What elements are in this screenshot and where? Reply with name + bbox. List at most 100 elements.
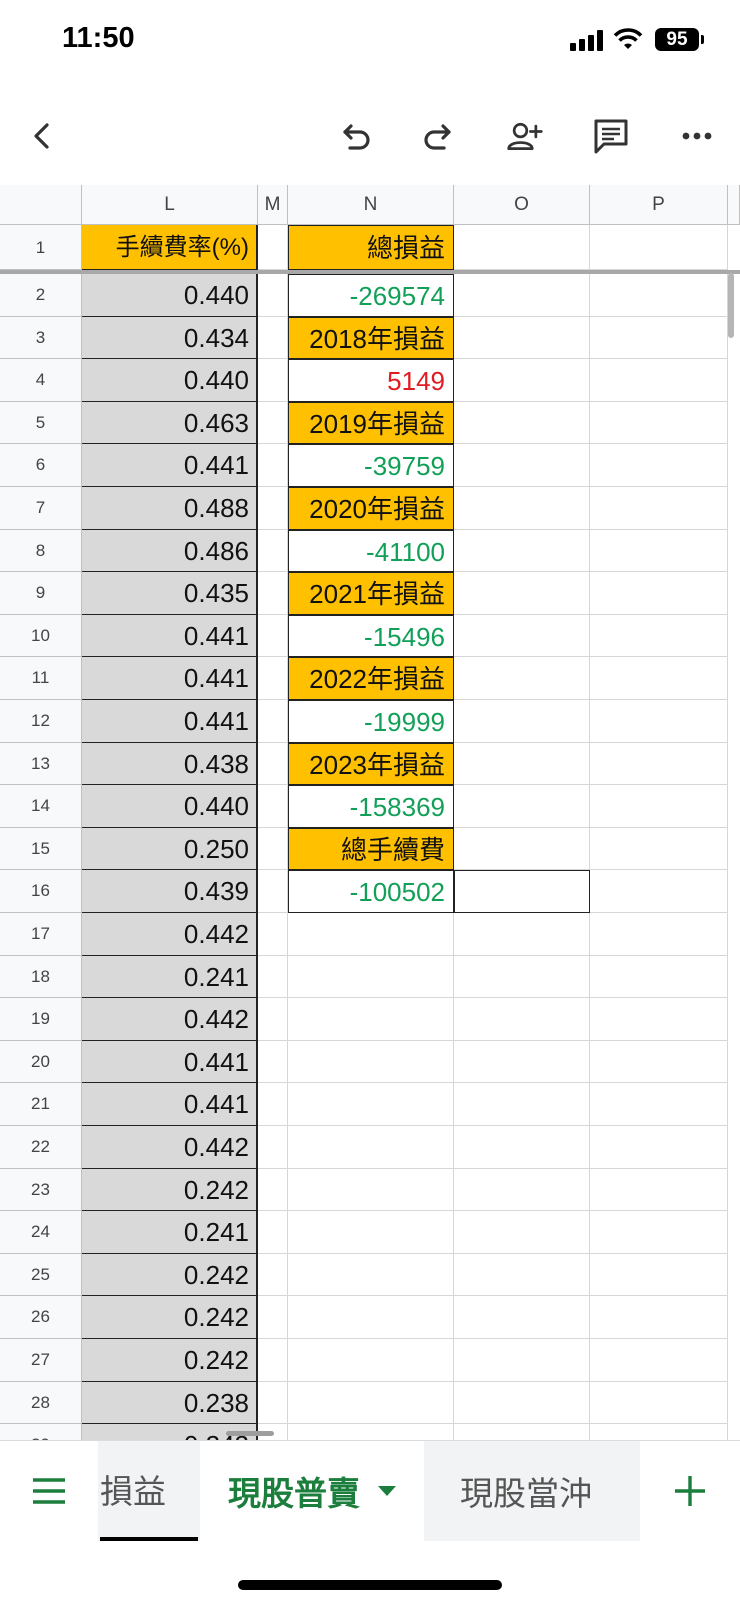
summary-label-cell[interactable]: 2019年損益 [288, 401, 454, 445]
empty-cell[interactable] [590, 1126, 728, 1169]
back-button[interactable] [14, 108, 70, 164]
empty-cell[interactable] [454, 1296, 590, 1339]
empty-cell[interactable] [258, 1253, 288, 1297]
empty-cell[interactable] [454, 401, 590, 445]
row-header-21[interactable]: 21 [0, 1083, 82, 1126]
row-header-22[interactable]: 22 [0, 1126, 82, 1169]
empty-cell[interactable] [590, 1381, 728, 1425]
row-header-12[interactable]: 12 [0, 700, 82, 743]
row-header-24[interactable]: 24 [0, 1211, 82, 1254]
empty-cell[interactable] [454, 1168, 590, 1212]
fee-rate-cell[interactable]: 0.242 [82, 1296, 258, 1339]
summary-label-cell[interactable]: 總損益 [288, 225, 454, 270]
fee-rate-cell[interactable]: 0.441 [82, 1083, 258, 1126]
empty-cell[interactable] [590, 1296, 728, 1339]
row-header-3[interactable]: 3 [0, 316, 82, 360]
row-header-4[interactable]: 4 [0, 359, 82, 402]
empty-cell[interactable] [258, 1168, 288, 1212]
empty-cell[interactable] [454, 614, 590, 658]
empty-cell[interactable] [454, 225, 590, 270]
fee-rate-cell[interactable]: 0.439 [82, 870, 258, 913]
empty-cell[interactable] [288, 1296, 454, 1339]
fee-rate-cell[interactable]: 0.441 [82, 700, 258, 743]
empty-cell[interactable] [258, 1339, 288, 1382]
empty-cell[interactable] [258, 1211, 288, 1254]
fee-rate-cell[interactable]: 0.441 [82, 614, 258, 658]
fee-rate-cell[interactable]: 0.441 [82, 1040, 258, 1084]
summary-value-cell[interactable]: -19999 [288, 700, 454, 743]
column-header-p[interactable]: P [590, 185, 728, 225]
empty-cell[interactable] [258, 785, 288, 828]
empty-cell[interactable] [454, 700, 590, 743]
empty-cell[interactable] [590, 827, 728, 871]
row-header-14[interactable]: 14 [0, 785, 82, 828]
empty-cell[interactable] [590, 1083, 728, 1126]
horizontal-scroll-handle[interactable] [226, 1431, 274, 1436]
empty-cell[interactable] [454, 359, 590, 402]
row-header-19[interactable]: 19 [0, 998, 82, 1041]
row-header-6[interactable]: 6 [0, 444, 82, 487]
fee-rate-cell[interactable]: 0.435 [82, 572, 258, 615]
empty-cell[interactable] [454, 1424, 590, 1440]
sheet-tab-現股當沖[interactable]: 現股當沖 [428, 1441, 624, 1541]
summary-value-cell[interactable]: -15496 [288, 614, 454, 658]
summary-value-cell[interactable]: -158369 [288, 785, 454, 828]
fee-rate-cell[interactable]: 0.488 [82, 487, 258, 530]
empty-cell[interactable] [454, 827, 590, 871]
empty-cell[interactable] [454, 1211, 590, 1254]
empty-cell[interactable] [454, 785, 590, 828]
empty-cell[interactable] [258, 401, 288, 445]
summary-value-cell[interactable]: 5149 [288, 359, 454, 402]
fee-rate-cell[interactable]: 0.238 [82, 1381, 258, 1425]
row-header-16[interactable]: 16 [0, 870, 82, 913]
empty-cell[interactable] [258, 742, 288, 786]
empty-cell[interactable] [258, 572, 288, 615]
redo-button[interactable] [411, 108, 467, 164]
empty-cell[interactable] [288, 1040, 454, 1084]
empty-cell[interactable] [288, 1424, 454, 1440]
selected-empty-cell[interactable] [454, 870, 590, 913]
row-header-8[interactable]: 8 [0, 529, 82, 573]
empty-cell[interactable] [258, 870, 288, 913]
column-header-l[interactable]: L [82, 185, 258, 225]
empty-cell[interactable] [288, 913, 454, 956]
empty-cell[interactable] [590, 1168, 728, 1212]
summary-label-cell[interactable]: 2023年損益 [288, 742, 454, 786]
empty-cell[interactable] [258, 359, 288, 402]
summary-label-cell[interactable]: 2020年損益 [288, 487, 454, 530]
comments-button[interactable] [583, 108, 639, 164]
empty-cell[interactable] [258, 444, 288, 487]
summary-value-cell[interactable]: -39759 [288, 444, 454, 487]
empty-cell[interactable] [258, 998, 288, 1041]
empty-cell[interactable] [288, 1339, 454, 1382]
undo-button[interactable] [327, 108, 383, 164]
empty-cell[interactable] [454, 316, 590, 360]
row-header-26[interactable]: 26 [0, 1296, 82, 1339]
vertical-scrollbar[interactable] [728, 273, 734, 338]
empty-cell[interactable] [590, 614, 728, 658]
row-header-7[interactable]: 7 [0, 487, 82, 530]
empty-cell[interactable] [258, 487, 288, 530]
fee-rate-cell[interactable]: 0.441 [82, 657, 258, 700]
empty-cell[interactable] [590, 225, 728, 270]
empty-cell[interactable] [288, 1168, 454, 1212]
summary-label-cell[interactable]: 2021年損益 [288, 572, 454, 615]
column-header-q[interactable] [728, 185, 740, 225]
sheet-tab-損益[interactable]: 損益 [100, 1441, 198, 1541]
spreadsheet-grid[interactable]: L M N O P 1 手續費率(%) 總損益 2 0.440 -269574 3 0.434… [0, 185, 740, 1440]
empty-cell[interactable] [590, 1040, 728, 1084]
summary-label-cell[interactable]: 總手續費 [288, 827, 454, 871]
empty-cell[interactable] [590, 785, 728, 828]
empty-cell[interactable] [258, 1381, 288, 1425]
summary-value-cell[interactable]: -100502 [288, 870, 454, 913]
empty-cell[interactable] [454, 572, 590, 615]
empty-cell[interactable] [258, 274, 288, 317]
fee-rate-cell[interactable]: 0.442 [82, 913, 258, 956]
fee-rate-cell[interactable]: 0.438 [82, 742, 258, 786]
empty-cell[interactable] [590, 1339, 728, 1382]
empty-cell[interactable] [454, 1339, 590, 1382]
row-header-10[interactable]: 10 [0, 614, 82, 658]
row-header-9[interactable]: 9 [0, 572, 82, 615]
fee-rate-cell[interactable]: 0.441 [82, 444, 258, 487]
fee-rate-cell[interactable]: 0.440 [82, 359, 258, 402]
